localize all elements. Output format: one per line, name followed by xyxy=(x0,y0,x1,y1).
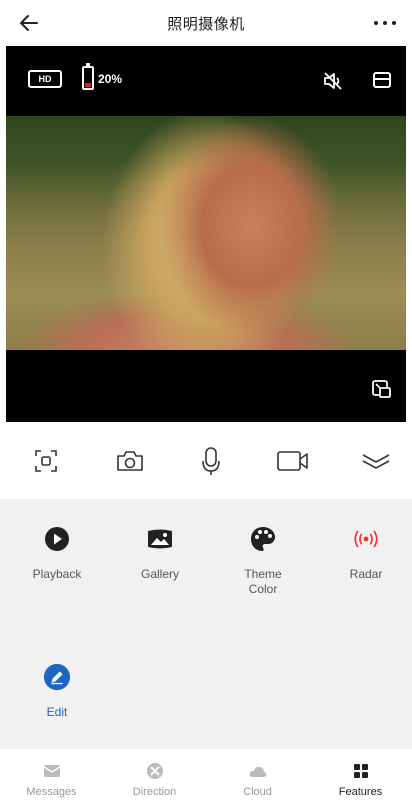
cloud-icon xyxy=(249,766,266,777)
page-title: 照明摄像机 xyxy=(167,15,245,33)
feature-label: Gallery xyxy=(140,567,179,581)
layout-toggle-icon[interactable] xyxy=(372,70,392,90)
tab-messages[interactable]: Messages xyxy=(0,750,103,805)
feature-label: Playback xyxy=(32,567,82,581)
radar-icon xyxy=(352,525,380,553)
arrow-left-icon xyxy=(20,15,38,31)
feature-label: Radar xyxy=(349,567,383,581)
tab-label: Features xyxy=(338,786,383,798)
control-bar xyxy=(0,430,412,492)
tab-cloud[interactable]: Cloud xyxy=(206,750,309,805)
battery-percent: 20% xyxy=(98,72,123,86)
feature-theme-color[interactable]: Theme Color xyxy=(218,525,308,597)
tab-direction[interactable]: Direction xyxy=(103,750,206,805)
snapshot-button[interactable] xyxy=(112,444,148,478)
camera-screen: 照明摄像机 HD 20% Playback Gallery Theme Colo… xyxy=(0,0,412,805)
direction-icon xyxy=(146,763,163,779)
tab-features[interactable]: Features xyxy=(309,750,412,805)
feature-playback[interactable]: Playback xyxy=(12,525,102,582)
speaker-mute-icon[interactable] xyxy=(322,70,344,92)
messages-icon xyxy=(43,765,60,777)
screenshot-frame-icon xyxy=(35,450,57,472)
feature-gallery[interactable]: Gallery xyxy=(115,525,205,582)
features-panel: Playback Gallery Theme Color Radar Edit xyxy=(0,499,412,749)
video-camera-icon xyxy=(277,451,308,471)
camera-feed-image xyxy=(6,116,406,350)
play-circle-icon xyxy=(43,525,71,553)
back-button[interactable] xyxy=(14,8,44,38)
feature-label: Theme Color xyxy=(244,567,282,596)
chevron-double-down-icon xyxy=(362,454,390,469)
hd-quality-button[interactable]: HD xyxy=(28,70,62,88)
video-player[interactable]: HD 20% xyxy=(6,46,406,422)
palette-icon xyxy=(249,525,277,553)
more-dots-icon xyxy=(374,21,396,25)
battery-icon xyxy=(82,63,94,90)
feature-label: Edit xyxy=(46,705,68,719)
edit-icon xyxy=(43,663,71,691)
header: 照明摄像机 xyxy=(0,0,412,46)
microphone-icon xyxy=(202,447,220,475)
microphone-button[interactable] xyxy=(193,444,229,478)
feature-edit[interactable]: Edit xyxy=(12,663,102,720)
tab-label: Direction xyxy=(132,786,177,798)
picture-in-picture-icon[interactable] xyxy=(370,378,392,400)
bottom-nav: Messages Direction Cloud Features xyxy=(0,750,412,805)
screenshot-button[interactable] xyxy=(28,444,64,478)
collapse-button[interactable] xyxy=(358,444,394,478)
more-button[interactable] xyxy=(370,8,400,38)
tab-label: Cloud xyxy=(243,786,272,798)
video-top-bar: HD 20% xyxy=(6,46,406,116)
record-video-button[interactable] xyxy=(275,444,311,478)
feature-radar[interactable]: Radar xyxy=(321,525,411,582)
features-icon xyxy=(353,764,368,778)
gallery-icon xyxy=(146,525,174,553)
tab-label: Messages xyxy=(26,786,77,798)
camera-icon xyxy=(117,451,143,471)
video-bottom-bar xyxy=(6,350,406,422)
